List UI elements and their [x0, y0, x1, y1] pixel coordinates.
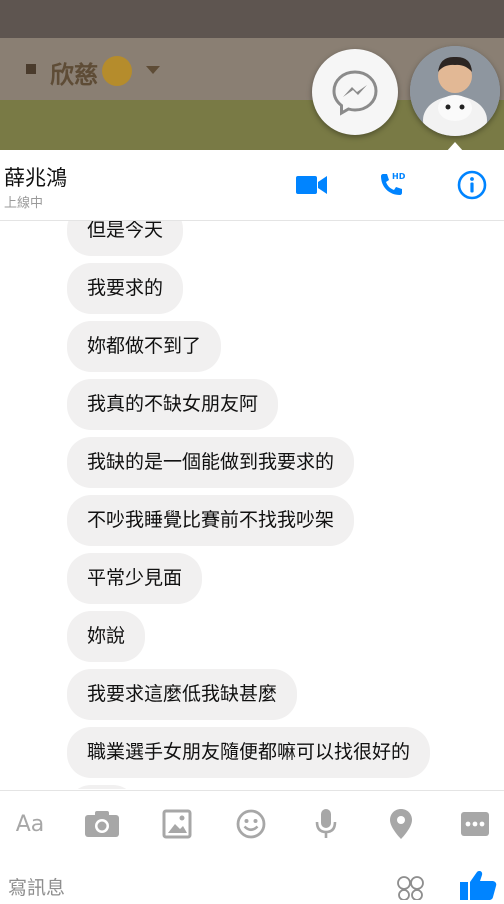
message-input[interactable] [8, 874, 368, 902]
info-icon[interactable] [457, 170, 487, 200]
contact-avatar-chat-head[interactable] [410, 46, 500, 136]
voice-clip-button[interactable] [313, 809, 339, 839]
camera-button[interactable] [84, 809, 120, 839]
message-bubble[interactable]: 職業選手女朋友隨便都嘛可以找很好的 [67, 727, 431, 778]
background-app-title: 欣慈 [50, 61, 98, 89]
text-style-button[interactable]: Aa [12, 809, 48, 839]
more-button[interactable] [459, 809, 491, 839]
message-bubble[interactable]: 我要求這麼低我缺甚麼 [67, 669, 298, 720]
message-bubble[interactable]: 平常少見面 [67, 553, 203, 604]
caret-down-icon [146, 66, 160, 74]
hd-voice-call-icon[interactable]: HD [376, 170, 408, 202]
sticker-button[interactable] [235, 809, 267, 839]
messenger-chat-head[interactable] [312, 49, 398, 135]
composer-toolbar: Aa [0, 790, 504, 857]
contact-status: 上線中 [4, 196, 44, 211]
message-bubble[interactable]: 但是今天 [67, 221, 184, 256]
video-call-icon[interactable] [296, 174, 328, 196]
emoji-sticker-icon [397, 876, 424, 901]
message-bubble[interactable]: 我要求的 [67, 263, 184, 314]
message-bubble-partial[interactable] [67, 785, 137, 789]
kiss-emoji-icon [102, 56, 132, 86]
contact-name[interactable]: 薛兆鴻 [4, 162, 67, 192]
message-bubble[interactable]: 不吵我睡覺比賽前不找我吵架 [67, 495, 355, 546]
smiley-icon [236, 809, 266, 839]
conversation-header: 薛兆鴻 上線中 HD [0, 150, 504, 221]
more-icon [461, 812, 489, 836]
like-button[interactable] [458, 870, 498, 904]
message-bubble[interactable]: 妳說 [67, 611, 146, 662]
svg-text:HD: HD [392, 172, 406, 181]
message-list: 但是今天 我要求的 妳都做不到了 我真的不缺女朋友阿 我缺的是一個能做到我要求的… [67, 221, 431, 789]
gallery-button[interactable] [160, 809, 194, 839]
message-bubble[interactable]: 我缺的是一個能做到我要求的 [67, 437, 355, 488]
messenger-icon [332, 70, 378, 116]
background-app-square [26, 64, 36, 74]
message-thread[interactable]: 但是今天 我要求的 妳都做不到了 我真的不缺女朋友阿 我缺的是一個能做到我要求的… [0, 221, 504, 789]
message-bubble[interactable]: 妳都做不到了 [67, 321, 222, 372]
microphone-icon [315, 809, 337, 838]
thumbs-up-icon [460, 871, 497, 900]
avatar [410, 46, 500, 136]
camera-icon [85, 811, 119, 837]
location-button[interactable] [388, 809, 414, 839]
status-bar [0, 0, 504, 38]
image-icon [162, 809, 192, 839]
composer [0, 856, 504, 902]
location-icon [390, 809, 412, 839]
message-bubble[interactable]: 我真的不缺女朋友阿 [67, 379, 279, 430]
